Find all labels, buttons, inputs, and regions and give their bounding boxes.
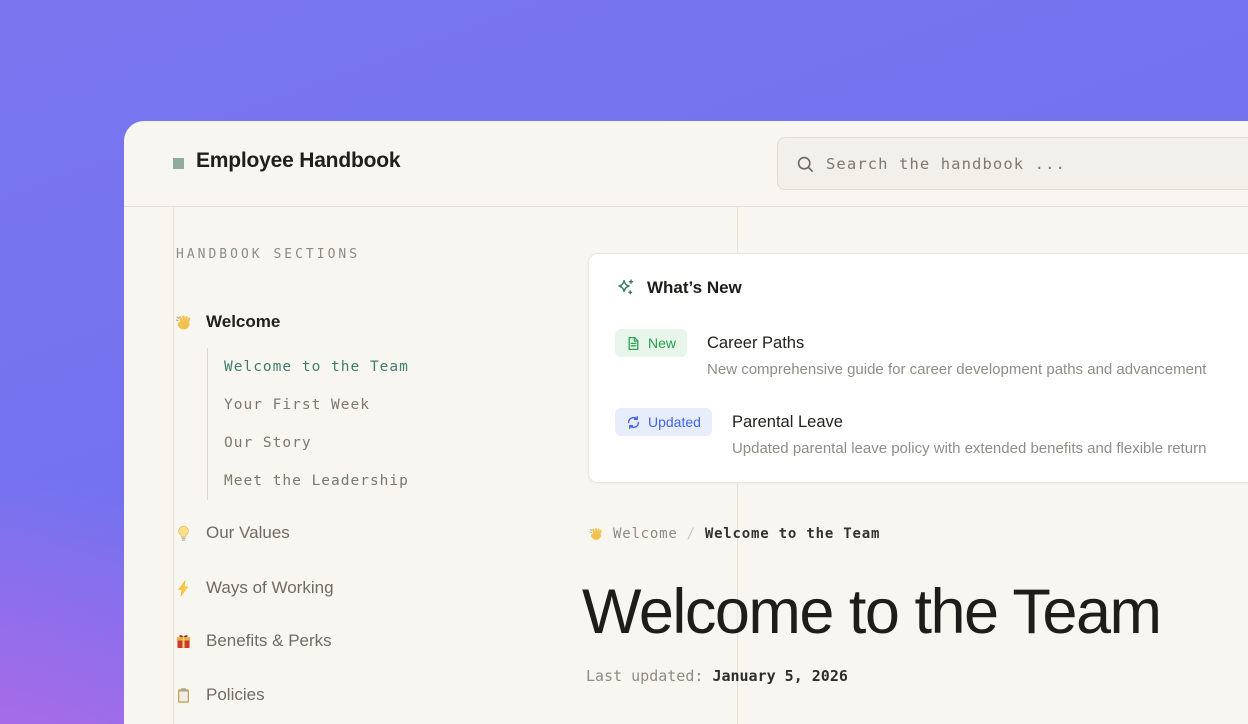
lightning-bolt-icon [174,579,193,598]
new-badge: New [615,329,687,357]
file-text-icon [626,336,641,351]
whats-new-header: What’s New [615,277,1248,298]
search-input[interactable] [778,138,1248,189]
sidebar-item-ways-of-working[interactable]: Ways of Working [174,576,334,600]
search-box[interactable] [777,137,1248,190]
sidebar-item-our-values[interactable]: Our Values [174,521,290,545]
breadcrumb: Welcome / Welcome to the Team [588,526,880,542]
sidebar-item-label: Welcome [206,312,280,332]
whats-new-item-description: Updated parental leave policy with exten… [732,440,1206,457]
sidebar-subitem-our-story[interactable]: Our Story [208,424,409,462]
whats-new-item[interactable]: New Career Paths New comprehensive guide… [615,329,1248,378]
sidebar-item-welcome[interactable]: Welcome [174,310,280,334]
sidebar-item-label: Benefits & Perks [206,631,332,651]
whats-new-item-title: Career Paths [707,329,1206,357]
last-updated-label: Last updated: [586,667,703,685]
whats-new-item-description: New comprehensive guide for career devel… [707,361,1206,378]
app-window: Employee Handbook HANDBOOK SECTIONS [124,121,1248,724]
sidebar-item-policies[interactable]: Policies [174,683,265,707]
sparkles-icon [615,277,636,298]
whats-new-card: What’s New New Career Paths New comprehe… [588,253,1248,483]
breadcrumb-separator: / [687,526,696,542]
sidebar-item-benefits-perks[interactable]: Benefits & Perks [174,629,332,653]
sidebar-item-label: Policies [206,685,265,705]
sidebar-subitem-welcome-to-the-team[interactable]: Welcome to the Team [208,348,409,386]
breadcrumb-page: Welcome to the Team [705,526,880,542]
sidebar-sublist-welcome: Welcome to the Team Your First Week Our … [207,348,409,500]
whats-new-title: What’s New [647,278,742,298]
clipboard-icon [174,686,193,705]
refresh-icon [626,415,641,430]
last-updated-value: January 5, 2026 [712,667,847,685]
lightbulb-icon [174,524,193,543]
sidebar-heading: HANDBOOK SECTIONS [176,247,360,262]
sidebar-item-label: Ways of Working [206,578,334,598]
search-icon [796,155,815,174]
whats-new-item[interactable]: Updated Parental Leave Updated parental … [615,408,1248,457]
whats-new-item-title: Parental Leave [732,408,1206,436]
page-title: Welcome to the Team [582,576,1160,648]
app-title: Employee Handbook [196,149,400,173]
gift-icon [174,632,193,651]
updated-badge: Updated [615,408,712,436]
logo-square-icon [173,158,184,169]
sidebar-subitem-meet-the-leadership[interactable]: Meet the Leadership [208,462,409,500]
app-header: Employee Handbook [124,121,1248,207]
sidebar-subitem-your-first-week[interactable]: Your First Week [208,386,409,424]
sidebar-item-label: Our Values [206,523,290,543]
waving-hand-icon [588,526,604,542]
waving-hand-icon [174,313,193,332]
last-updated-line: Last updated: January 5, 2026 [586,667,848,685]
breadcrumb-section[interactable]: Welcome [613,526,678,542]
